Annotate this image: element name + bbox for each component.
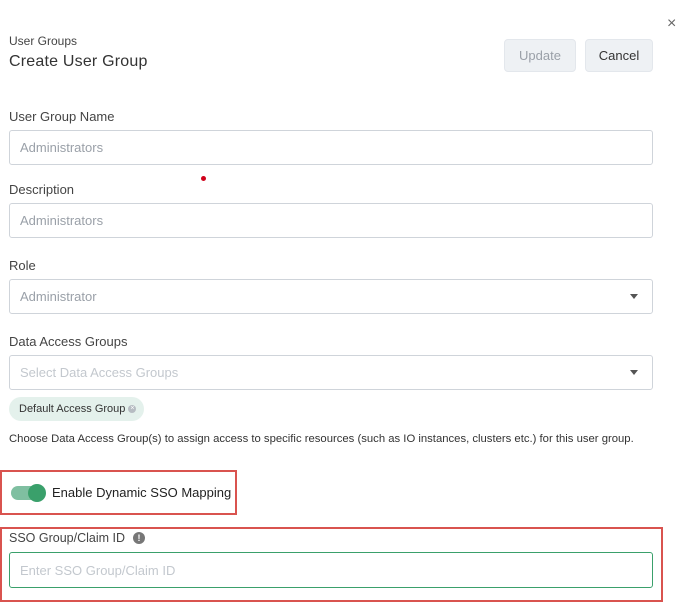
selected-access-group-chip: Default Access Group × <box>9 397 145 421</box>
user-group-name-label: User Group Name <box>9 109 115 124</box>
chevron-down-icon[interactable] <box>630 370 638 375</box>
sso-group-input[interactable]: Enter SSO Group/Claim ID <box>9 552 653 588</box>
data-access-groups-select[interactable]: Select Data Access Groups <box>9 355 653 390</box>
user-group-name-field[interactable]: Administrators <box>9 130 653 165</box>
breadcrumb: User Groups <box>9 34 78 48</box>
close-icon[interactable]: × <box>667 16 676 32</box>
sso-group-label-row: SSO Group/Claim ID ! <box>9 531 146 545</box>
description-label: Description <box>9 182 75 197</box>
remove-chip-icon[interactable]: × <box>128 405 137 413</box>
chip-label: Default Access Group <box>19 403 126 415</box>
page-title: Create User Group <box>9 53 148 70</box>
data-access-help-text: Choose Data Access Group(s) to assign ac… <box>9 433 634 445</box>
sso-group-label: SSO Group/Claim ID <box>9 531 126 545</box>
sso-group-placeholder: Enter SSO Group/Claim ID <box>20 562 176 578</box>
info-icon[interactable]: ! <box>133 532 146 544</box>
dynamic-sso-label: Enable Dynamic SSO Mapping <box>52 485 232 500</box>
role-label: Role <box>9 258 36 273</box>
toggle-knob <box>28 484 46 502</box>
data-access-groups-placeholder: Select Data Access Groups <box>20 365 179 380</box>
user-group-name-value: Administrators <box>20 140 104 155</box>
cancel-button[interactable]: Cancel <box>585 39 653 72</box>
data-access-groups-label: Data Access Groups <box>9 334 128 349</box>
cursor-dot <box>201 176 206 181</box>
dynamic-sso-toggle[interactable] <box>11 484 46 502</box>
role-value: Administrator <box>20 289 97 304</box>
chevron-down-icon[interactable] <box>630 294 638 299</box>
update-button[interactable]: Update <box>504 39 576 72</box>
description-field[interactable]: Administrators <box>9 203 653 238</box>
description-value: Administrators <box>20 213 104 228</box>
role-select[interactable]: Administrator <box>9 279 653 314</box>
